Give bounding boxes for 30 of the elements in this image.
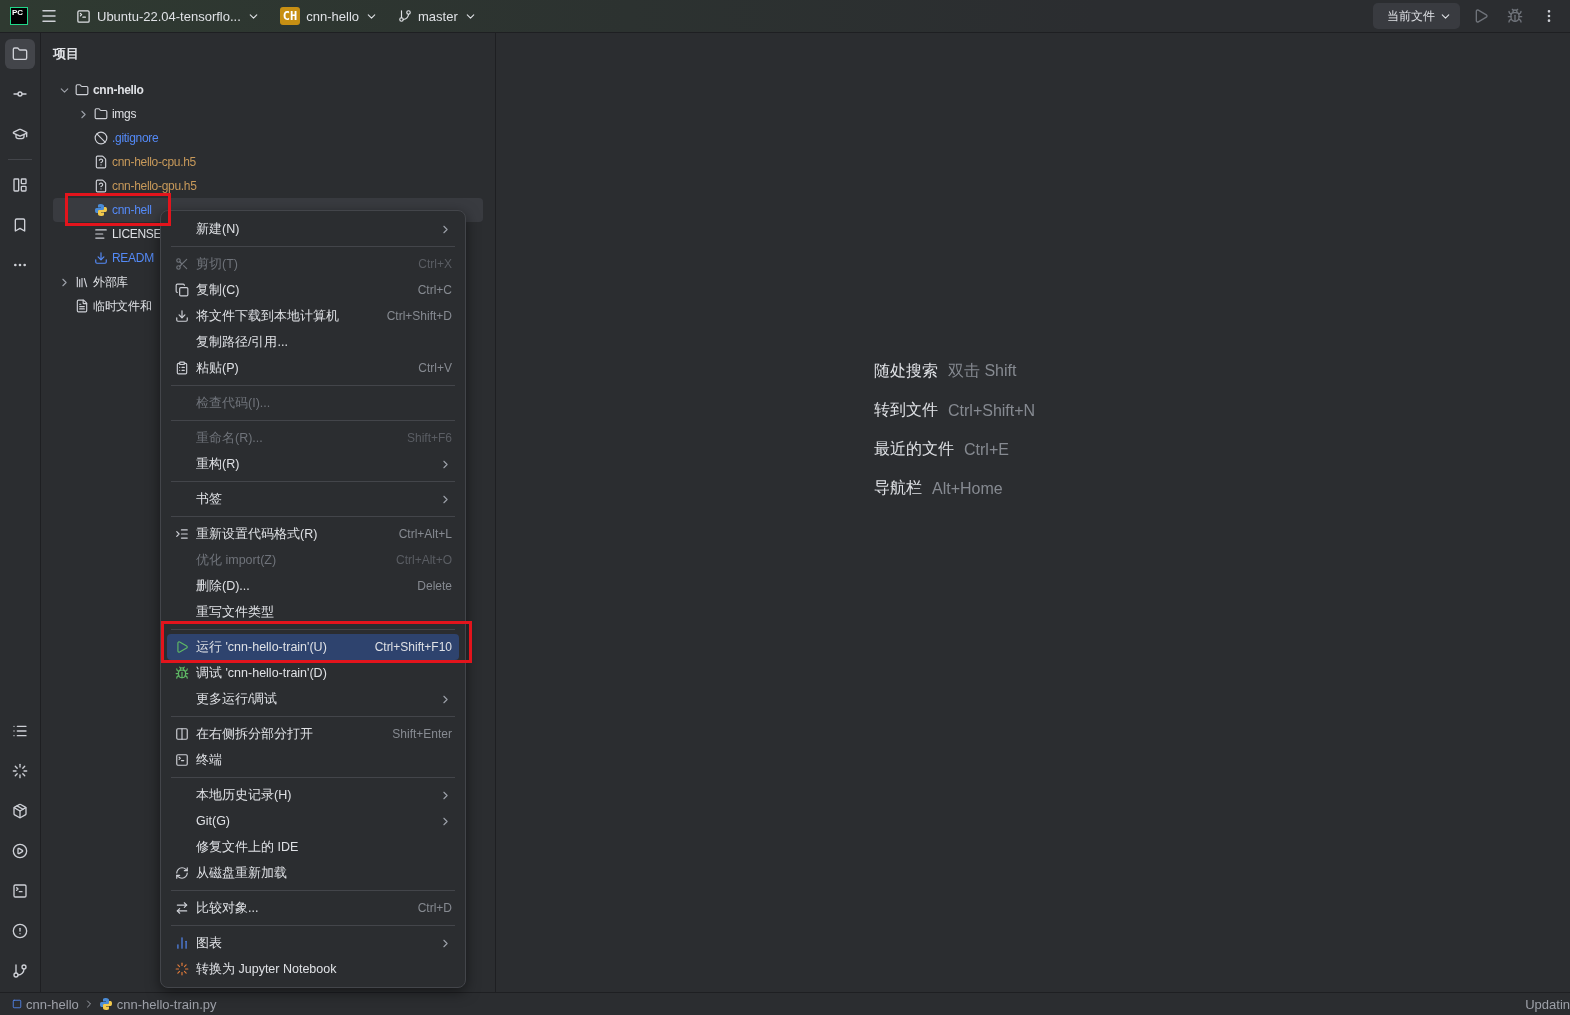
hint-action: 转到文件 [874, 400, 938, 420]
hint-shortcut: Ctrl+Shift+N [948, 401, 1036, 420]
panel-title: 项目 [53, 45, 80, 63]
menu-shortcut: Ctrl+C [417, 283, 452, 297]
tree-item-label: cnn-hello [93, 83, 144, 97]
project-badge: CH [279, 7, 301, 25]
tree-item-label: LICENSE [112, 227, 162, 241]
hint-action: 随处搜索 [874, 361, 938, 381]
app-logo: PC [10, 7, 28, 25]
tree-item-label: cnn-hell [112, 203, 152, 217]
menu-shortcut: Ctrl+Alt+L [398, 527, 452, 541]
tree-item-label: imgs [112, 107, 137, 121]
tree-item-label: cnn-hello-cpu.h5 [112, 155, 196, 169]
menu-shortcut: Ctrl+Shift+F10 [374, 640, 452, 654]
menu-shortcut: Delete [417, 579, 452, 593]
hint-action: 导航栏 [874, 478, 922, 498]
hint-action: 最近的文件 [874, 439, 954, 459]
menu-shortcut: Ctrl+D [417, 901, 452, 915]
menu-shortcut: Shift+Enter [392, 727, 452, 741]
tree-item-label: cnn-hello-gpu.h5 [112, 179, 197, 193]
hint-shortcut: 双击 Shift [948, 361, 1017, 381]
tree-item-label: READM [112, 251, 154, 265]
tree-item-label: 外部库 [93, 273, 129, 291]
hint-shortcut: Ctrl+E [964, 440, 1009, 459]
status-text: Updatin [1525, 996, 1570, 1012]
menu-shortcut: Ctrl+V [418, 361, 452, 375]
hint-shortcut: Alt+Home [932, 479, 1003, 498]
tree-item-label: 临时文件和 [93, 297, 152, 315]
menu-shortcut: Ctrl+Shift+D [386, 309, 452, 323]
tree-item-label: .gitignore [112, 131, 159, 145]
